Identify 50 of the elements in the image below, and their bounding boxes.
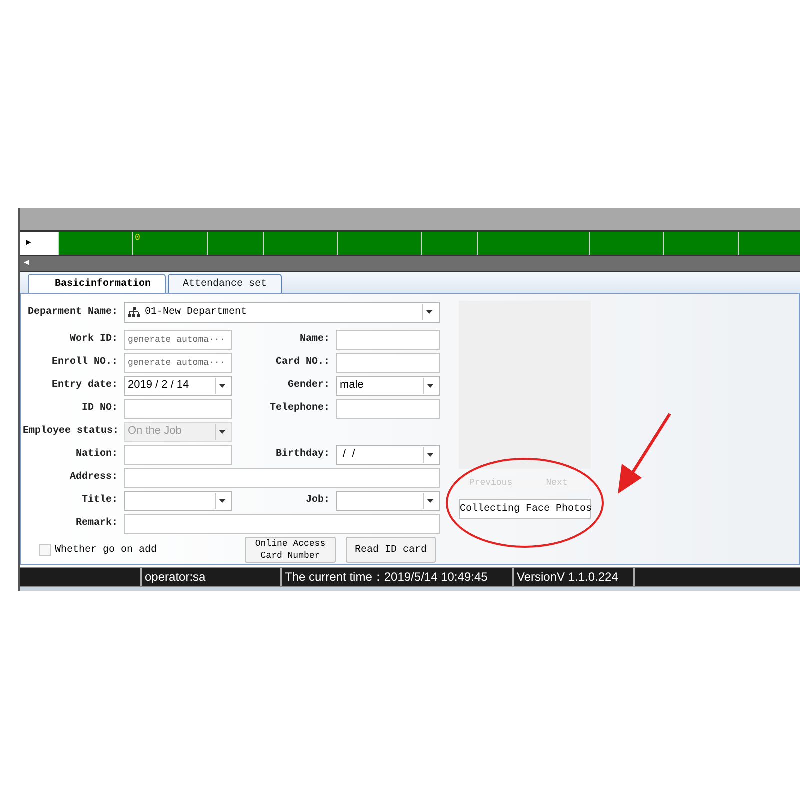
field-label: Telephone: xyxy=(268,402,331,416)
dropdown-value: 01-New Department xyxy=(145,306,248,320)
field-label: Address: xyxy=(68,470,119,485)
dropdown-arrow-icon[interactable] xyxy=(423,446,437,462)
field-label: Deparment Name: xyxy=(26,306,119,320)
table-cell: 0 xyxy=(132,232,207,255)
table-cell xyxy=(738,232,800,255)
field-label: Title: xyxy=(80,494,119,508)
read-id-card-button[interactable]: Read ID card xyxy=(346,537,436,563)
dropdown-arrow-icon[interactable] xyxy=(215,378,229,394)
checkbox-label: Whether go on add xyxy=(55,544,158,558)
dropdown[interactable]: male xyxy=(336,376,440,396)
field-label: Name: xyxy=(298,333,331,347)
field-label: Card NO.: xyxy=(274,356,331,370)
online-access-button[interactable]: Online Access Card Number xyxy=(245,537,336,563)
dropdown-arrow-icon[interactable] xyxy=(423,378,437,394)
dropdown-arrow-icon[interactable] xyxy=(423,492,437,508)
dropdown-arrow-icon[interactable] xyxy=(215,492,229,508)
row-marker: ▶ xyxy=(25,236,32,250)
input-field[interactable]: generate automa··· xyxy=(124,330,232,350)
input-field[interactable] xyxy=(336,352,440,372)
input-field[interactable] xyxy=(124,398,232,418)
field-label: Gender: xyxy=(286,378,331,393)
field-label: Entry date: xyxy=(50,378,119,393)
table-cell xyxy=(207,232,263,255)
input-field[interactable] xyxy=(336,330,440,350)
input-field[interactable] xyxy=(124,468,440,488)
dropdown-arrow-icon[interactable] xyxy=(422,304,436,320)
org-chart-icon xyxy=(128,307,140,317)
input-field[interactable]: generate automa··· xyxy=(124,352,232,372)
dropdown[interactable]: / / xyxy=(336,444,440,464)
field-label: Work ID: xyxy=(68,332,119,347)
tab[interactable]: Basicinformation xyxy=(28,274,166,293)
table-cell xyxy=(421,232,477,255)
field-label: Employee status: xyxy=(23,424,120,439)
tab[interactable]: Attendance set xyxy=(168,274,282,293)
input-field[interactable] xyxy=(336,398,440,418)
input-field[interactable] xyxy=(124,444,232,464)
field-label: Birthday: xyxy=(274,448,331,462)
dropdown[interactable]: 01-New Department xyxy=(124,302,440,322)
input-field[interactable] xyxy=(124,514,440,534)
collect-face-photos-button[interactable]: Collecting Face Photos xyxy=(459,499,591,519)
field-label: ID NO: xyxy=(80,402,119,416)
checkbox[interactable] xyxy=(39,544,51,556)
horizontal-scrollbar[interactable]: ◀ xyxy=(20,255,800,272)
field-label: Remark: xyxy=(74,516,119,531)
dropdown[interactable]: 2019 / 2 / 14 xyxy=(124,376,232,396)
field-label: Enroll NO.: xyxy=(50,356,119,370)
field-label: Job: xyxy=(304,494,331,508)
field-label: Nation: xyxy=(74,448,119,462)
